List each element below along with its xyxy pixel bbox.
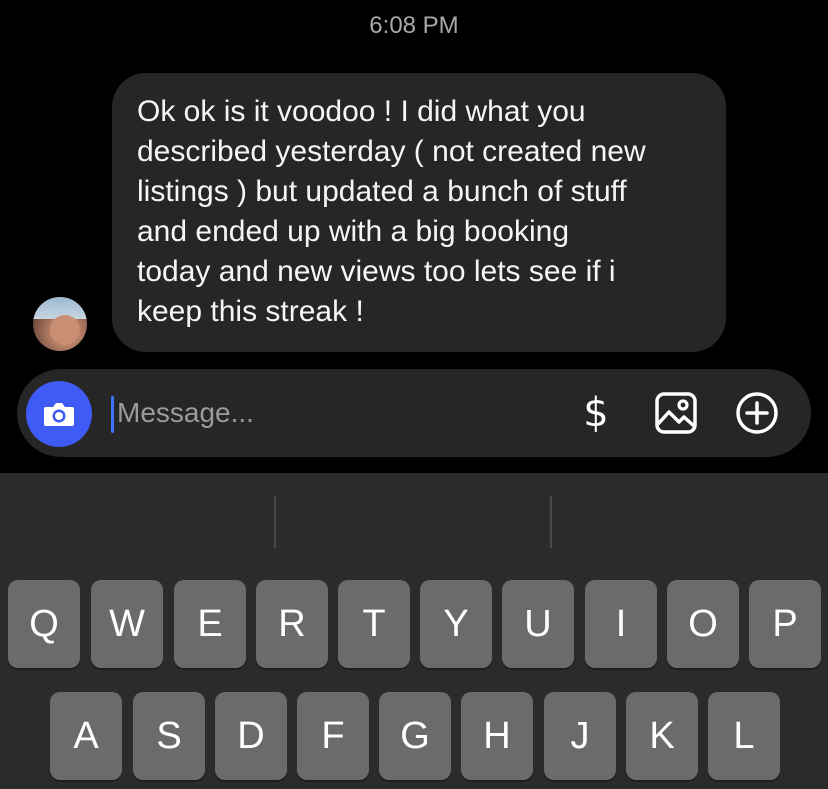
key-t[interactable]: T [338,580,410,668]
key-g[interactable]: G [379,692,451,780]
suggestion-divider [550,496,552,548]
suggestion-divider [274,496,276,548]
key-f[interactable]: F [297,692,369,780]
key-r[interactable]: R [256,580,328,668]
message-composer: $ [17,369,811,457]
key-l[interactable]: L [708,692,780,780]
key-h[interactable]: H [461,692,533,780]
key-q[interactable]: Q [8,580,80,668]
text-cursor [111,396,114,433]
gallery-button[interactable] [652,389,700,437]
key-o[interactable]: O [667,580,739,668]
plus-circle-icon [736,392,778,434]
more-options-button[interactable] [733,389,781,437]
key-d[interactable]: D [215,692,287,780]
send-money-button[interactable]: $ [572,389,620,437]
key-i[interactable]: I [585,580,657,668]
message-timestamp: 6:08 PM [369,12,459,39]
key-p[interactable]: P [749,580,821,668]
message-input[interactable] [117,391,517,435]
key-u[interactable]: U [502,580,574,668]
key-w[interactable]: W [91,580,163,668]
key-a[interactable]: A [50,692,122,780]
dollar-icon: $ [583,390,609,436]
key-s[interactable]: S [133,692,205,780]
key-e[interactable]: E [174,580,246,668]
avatar[interactable] [33,297,87,351]
key-j[interactable]: J [544,692,616,780]
received-message-bubble[interactable]: Ok ok is it voodoo ! I did what you desc… [112,73,726,352]
camera-icon [44,403,74,426]
key-y[interactable]: Y [420,580,492,668]
image-icon [655,392,697,434]
key-k[interactable]: K [626,692,698,780]
camera-button[interactable] [26,381,92,447]
